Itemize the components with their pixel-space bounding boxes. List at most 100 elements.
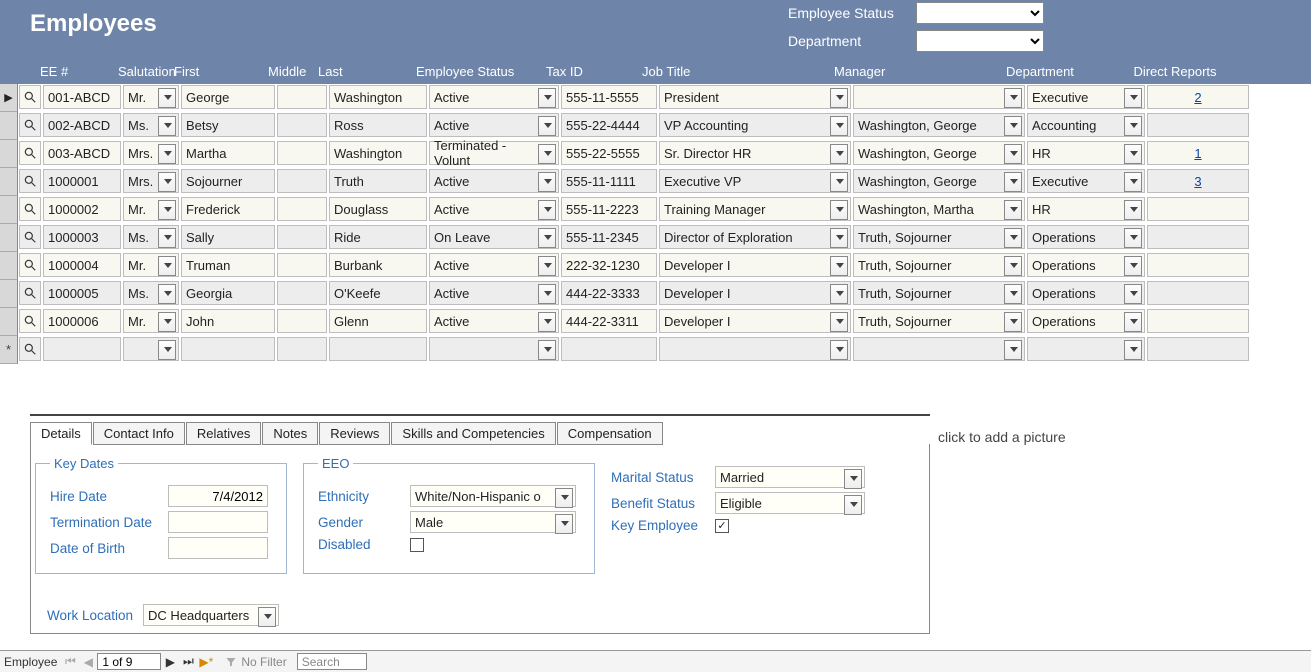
tab-relatives[interactable]: Relatives [186,422,261,445]
middle-cell[interactable] [277,281,327,305]
tab-reviews[interactable]: Reviews [319,422,390,445]
middle-cell[interactable] [277,113,327,137]
marital-status-select[interactable]: Married [715,466,865,488]
key-employee-checkbox[interactable]: ✓ [715,519,729,533]
direct-reports-cell[interactable]: 2 [1147,85,1249,109]
ee-cell[interactable]: 1000003 [43,225,121,249]
search-icon[interactable] [19,197,41,221]
salutation-cell[interactable]: Ms. [123,225,179,249]
first-cell[interactable]: Sojourner [181,169,275,193]
row-selector[interactable] [0,196,18,224]
tab-details[interactable]: Details [30,422,92,445]
tab-contact-info[interactable]: Contact Info [93,422,185,445]
direct-reports-link[interactable]: 1 [1152,146,1244,161]
manager-cell[interactable]: Washington, Martha [853,197,1025,221]
disabled-checkbox[interactable] [410,538,424,552]
last-cell[interactable]: Truth [329,169,427,193]
table-row[interactable]: 1000003Ms.SallyRideOn Leave555-11-2345Di… [0,224,1311,252]
middle-cell[interactable] [277,253,327,277]
status-cell[interactable]: Terminated - Volunt [429,141,559,165]
tax-cell[interactable]: 555-22-5555 [561,141,657,165]
new-row[interactable] [0,336,1311,364]
job-cell[interactable]: Director of Exploration [659,225,851,249]
row-selector[interactable] [0,140,18,168]
job-cell[interactable]: President [659,85,851,109]
table-row[interactable]: 003-ABCDMrs.MarthaWashingtonTerminated -… [0,140,1311,168]
salutation-cell[interactable]: Mrs. [123,141,179,165]
status-cell[interactable]: Active [429,309,559,333]
job-cell[interactable]: Developer I [659,281,851,305]
manager-cell[interactable]: Washington, George [853,169,1025,193]
middle-cell[interactable] [277,141,327,165]
first-cell[interactable]: Betsy [181,113,275,137]
ee-cell[interactable]: 001-ABCD [43,85,121,109]
row-selector[interactable] [0,112,18,140]
table-row[interactable]: 1000001Mrs.SojournerTruthActive555-11-11… [0,168,1311,196]
ee-cell[interactable]: 1000006 [43,309,121,333]
dept-cell[interactable]: Executive [1027,169,1145,193]
direct-reports-link[interactable]: 3 [1152,174,1244,189]
filter-dept-select[interactable] [916,30,1044,52]
salutation-cell[interactable]: Mrs. [123,169,179,193]
job-cell[interactable]: Executive VP [659,169,851,193]
last-cell[interactable]: Burbank [329,253,427,277]
ee-cell[interactable]: 1000002 [43,197,121,221]
first-cell[interactable]: Sally [181,225,275,249]
first-cell[interactable]: John [181,309,275,333]
salutation-cell[interactable]: Mr. [123,253,179,277]
row-selector[interactable] [0,168,18,196]
tax-cell[interactable]: 555-11-2223 [561,197,657,221]
job-cell[interactable]: VP Accounting [659,113,851,137]
last-cell[interactable]: Ross [329,113,427,137]
row-selector[interactable] [0,336,18,364]
ethnicity-select[interactable]: White/Non-Hispanic o [410,485,576,507]
middle-cell[interactable] [277,169,327,193]
search-icon[interactable] [19,337,41,361]
job-cell[interactable]: Developer I [659,309,851,333]
status-cell[interactable]: Active [429,169,559,193]
dept-cell[interactable]: Accounting [1027,113,1145,137]
middle-cell[interactable] [277,197,327,221]
tab-skills-and-competencies[interactable]: Skills and Competencies [391,422,555,445]
row-selector[interactable] [0,308,18,336]
search-icon[interactable] [19,281,41,305]
ee-cell[interactable]: 002-ABCD [43,113,121,137]
table-row[interactable]: 1000005Ms.GeorgiaO'KeefeActive444-22-333… [0,280,1311,308]
work-location-select[interactable]: DC Headquarters [143,604,279,626]
manager-cell[interactable]: Washington, George [853,113,1025,137]
tab-notes[interactable]: Notes [262,422,318,445]
status-cell[interactable]: On Leave [429,225,559,249]
row-selector[interactable] [0,280,18,308]
status-cell[interactable]: Active [429,113,559,137]
status-cell[interactable]: Active [429,85,559,109]
salutation-cell[interactable]: Mr. [123,85,179,109]
nav-new-icon[interactable]: ▶* [197,653,215,671]
ee-cell[interactable]: 1000004 [43,253,121,277]
search-icon[interactable] [19,141,41,165]
tax-cell[interactable]: 555-11-2345 [561,225,657,249]
direct-reports-cell[interactable] [1147,281,1249,305]
middle-cell[interactable] [277,309,327,333]
picture-placeholder[interactable]: click to add a picture [938,429,1066,445]
nav-first-icon[interactable]: ⏮ [61,653,79,671]
nav-no-filter[interactable]: No Filter [225,655,286,669]
first-cell[interactable]: Martha [181,141,275,165]
row-selector[interactable]: ▶ [0,84,18,112]
tax-cell[interactable]: 222-32-1230 [561,253,657,277]
status-cell[interactable]: Active [429,281,559,305]
row-selector[interactable] [0,224,18,252]
tax-cell[interactable]: 444-22-3311 [561,309,657,333]
job-cell[interactable]: Sr. Director HR [659,141,851,165]
direct-reports-cell[interactable] [1147,309,1249,333]
direct-reports-cell[interactable]: 1 [1147,141,1249,165]
dept-cell[interactable]: HR [1027,197,1145,221]
gender-select[interactable]: Male [410,511,576,533]
search-icon[interactable] [19,253,41,277]
table-row[interactable]: 1000006Mr.JohnGlennActive444-22-3311Deve… [0,308,1311,336]
manager-cell[interactable]: Truth, Sojourner [853,225,1025,249]
manager-cell[interactable]: Washington, George [853,141,1025,165]
dept-cell[interactable]: HR [1027,141,1145,165]
salutation-cell[interactable]: Mr. [123,309,179,333]
manager-cell[interactable]: Truth, Sojourner [853,253,1025,277]
last-cell[interactable]: O'Keefe [329,281,427,305]
